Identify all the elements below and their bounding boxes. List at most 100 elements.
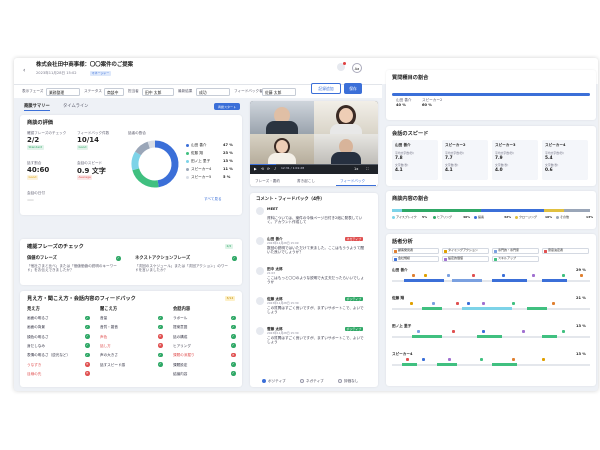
speaker-track-marker[interactable]	[448, 358, 451, 361]
cross-icon: ✕	[231, 352, 236, 358]
speaker-track-marker[interactable]	[552, 302, 555, 305]
metric-value: 40:60	[27, 166, 50, 174]
speed-value: 0.6	[545, 168, 553, 173]
content-ratio-segment	[564, 209, 590, 212]
analysis-tag-label: タイミングアクション	[448, 248, 478, 252]
speaker-track-marker[interactable]	[424, 274, 427, 277]
filter-label: 表示フェーズ	[22, 89, 44, 93]
content-ratio-label: その他	[560, 214, 570, 219]
content-ratio-label: クロージング	[519, 214, 537, 219]
sentiment-radio[interactable]	[262, 379, 266, 383]
speaker-track-marker[interactable]	[482, 302, 485, 305]
video-progress-fill	[250, 164, 276, 166]
speaker-track-marker[interactable]	[542, 358, 545, 361]
speaker-track-marker[interactable]	[452, 330, 455, 333]
content-ratio-segment	[401, 209, 482, 212]
comments-card: コメント・フィードバック（4件） MEET 資料については、案件の今後ページ日付き…	[250, 193, 378, 387]
speaker-track-marker[interactable]	[580, 274, 583, 277]
speaker-track-marker[interactable]	[447, 274, 450, 277]
content-ratio-card: 商談内容の割合 アイスブレイク 5% ヒアリング 40% 提案 32% クロージング 10% そ…	[386, 191, 596, 229]
speaker-track-marker[interactable]	[512, 302, 515, 305]
check-icon: ✓	[85, 334, 90, 339]
filter-result-select[interactable]: 成功	[196, 88, 230, 96]
speaker-track-marker[interactable]	[410, 302, 413, 305]
question-speaker-name: スピーカー2	[422, 98, 443, 102]
filter-bar: 表示フェーズ 業務整理 ステータス 商談中 担当者 田中 太郎 最新結果 成功 …	[14, 83, 382, 98]
feedback-item-label: 目線の先	[27, 371, 42, 376]
legend-percent: 47 %	[223, 143, 233, 147]
content-ratio-segment	[544, 209, 565, 212]
speaker-track-marker[interactable]	[412, 274, 415, 277]
phrase-check-card: 確認フレーズのチェック 2/2 価値のフレーズ ✓ 「他社さまと比べ」または「価…	[20, 239, 242, 285]
tab-transcript[interactable]: 書き起こし	[297, 179, 315, 183]
tab-summary[interactable]: 商談サマリー	[24, 104, 50, 112]
play-icon[interactable]: ▶	[254, 167, 257, 171]
speaker-track-segment	[542, 279, 567, 282]
comment-text: 数回の説明ではいただけて来ました。ここはもううようて聞いた良いでしょうか？	[267, 246, 364, 255]
filter-status-select[interactable]: 商談中	[104, 88, 124, 96]
speed-label: 文字数(秒)	[395, 163, 409, 167]
donut-slice	[132, 168, 159, 188]
start-meeting-button[interactable]: 商談スタート	[214, 103, 240, 110]
comment-avatar	[256, 267, 264, 275]
speed-icon[interactable]: 1x	[354, 167, 358, 171]
phrase-count-badge: 2/2	[225, 244, 233, 249]
speaker-track-name: 山田 善介	[392, 268, 408, 272]
feedback-item-label: 結論内容	[173, 371, 188, 376]
check-icon: ✓	[85, 352, 90, 358]
sentiment-radio[interactable]	[300, 379, 304, 383]
save-button[interactable]: 保存	[344, 83, 362, 94]
tab-feedback[interactable]: フィードバック	[340, 179, 365, 183]
donut-slice	[135, 141, 151, 156]
speaker-track-marker[interactable]	[432, 302, 435, 305]
metric-label: 話す割合	[27, 161, 42, 165]
speaker-track-marker[interactable]	[562, 330, 565, 333]
legend-name: 佐藤 翔	[191, 151, 203, 155]
speaker-track-segment	[462, 307, 512, 310]
filter-owner-select[interactable]: 田中 太郎	[142, 88, 174, 96]
back-icon[interactable]: ‹	[23, 67, 25, 74]
feedback-checklist-card: 見え方・聞こえ方・会話内容のフィードバック 3/14 見え方 画面の明るさ ✓ 画面の…	[20, 291, 242, 387]
speaker-track-marker[interactable]	[472, 274, 475, 277]
speaker-track-segment	[422, 307, 442, 310]
content-ratio-title: 商談内容の割合	[392, 196, 429, 202]
speaker-analysis-title: 話者分析	[392, 239, 413, 245]
speaker-track-marker[interactable]	[532, 274, 535, 277]
question-speaker-percent: 40 %	[396, 103, 406, 107]
speaker-track-marker[interactable]	[456, 302, 459, 305]
speaker-track-marker[interactable]	[422, 358, 425, 361]
speaker-track-marker[interactable]	[522, 330, 525, 333]
check-icon: ✓	[232, 256, 237, 261]
evaluation-card: 商談の評価 確認フレーズのチェック 2/2 Standard フィードバック件数 10/…	[20, 115, 242, 215]
volume-icon[interactable]: ♪	[274, 167, 276, 171]
metric-badge: Good	[77, 145, 88, 150]
rewind-icon[interactable]: ⟲	[261, 167, 264, 171]
filter-label: 最新結果	[178, 89, 193, 93]
sentiment-radio[interactable]	[338, 379, 342, 383]
add-record-button[interactable]: 記録追加	[311, 83, 341, 94]
speaker-track-marker[interactable]	[562, 274, 565, 277]
video-card: ▶ ⟲ ⟳ ♪ 12:31 / 1:01:28 1x ⛶ フレーズ・要約 書き起…	[250, 101, 378, 187]
filter-reviewer-select[interactable]: 佐藤 太郎	[262, 88, 296, 96]
feedback-item-label: 声の大きさ	[100, 353, 118, 358]
comment-time: 21:03	[267, 270, 276, 275]
forward-icon[interactable]: ⟳	[267, 167, 270, 171]
speaker-track-marker[interactable]	[482, 330, 485, 333]
speaker-track-marker[interactable]	[467, 302, 470, 305]
tab-phrases[interactable]: フレーズ・要約	[255, 179, 280, 183]
speaker-track-marker[interactable]	[406, 358, 409, 361]
fullscreen-icon[interactable]: ⛶	[366, 167, 369, 171]
speaker-track-marker[interactable]	[417, 330, 420, 333]
check-icon: ✓	[231, 343, 236, 348]
speaker-track-marker[interactable]	[480, 358, 483, 361]
see-all-link[interactable]: すべて見る	[204, 197, 222, 201]
evaluation-title: 商談の評価	[27, 120, 53, 126]
cross-icon: ✕	[158, 334, 163, 339]
speaker-track-marker[interactable]	[512, 358, 515, 361]
speaker-track-marker[interactable]	[502, 274, 505, 277]
comment-date: 2023年11月28日 15:30	[267, 330, 299, 335]
tab-timeline[interactable]: タイムライン	[63, 104, 88, 109]
filter-phase-select[interactable]: 業務整理	[46, 88, 80, 96]
user-avatar[interactable]: Aa	[352, 63, 362, 73]
analysis-tag-swatch	[493, 257, 497, 261]
